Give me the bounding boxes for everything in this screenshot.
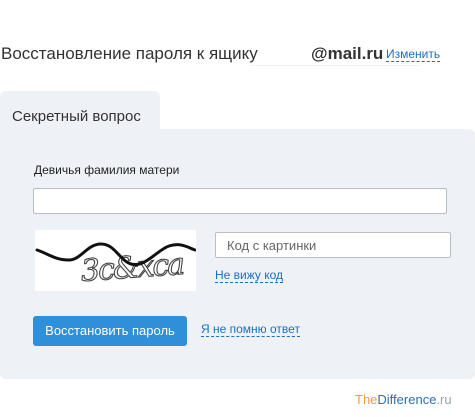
- change-mailbox-link[interactable]: Изменить: [386, 48, 441, 62]
- header-divider: [250, 65, 420, 66]
- tab-secret-question[interactable]: Секретный вопрос: [0, 91, 160, 130]
- secret-question-label: Девичья фамилия матери: [34, 163, 180, 177]
- secret-answer-input[interactable]: [33, 188, 447, 214]
- forgot-answer-link[interactable]: Я не помню ответ: [201, 323, 300, 337]
- watermark: TheDifference.ru: [355, 392, 452, 407]
- page-title: Восстановление пароля к ящику: [1, 44, 258, 63]
- watermark-part-3: .ru: [436, 392, 452, 407]
- watermark-part-1: The: [355, 392, 378, 407]
- captcha-image: 3c&xca: [35, 230, 196, 291]
- mail-domain: @mail.ru: [311, 44, 384, 63]
- restore-password-button[interactable]: Восстановить пароль: [33, 316, 187, 346]
- captcha-drawing: 3c&xca: [35, 230, 196, 291]
- password-recovery-page: Восстановление пароля к ящику @mail.ru И…: [0, 0, 475, 417]
- captcha-refresh-link[interactable]: Не вижу код: [215, 269, 284, 283]
- captcha-text: 3c&xca: [80, 247, 185, 289]
- tab-secret-question-label: Секретный вопрос: [12, 108, 141, 125]
- captcha-code-input[interactable]: [215, 232, 451, 258]
- watermark-part-2: Difference: [377, 392, 437, 407]
